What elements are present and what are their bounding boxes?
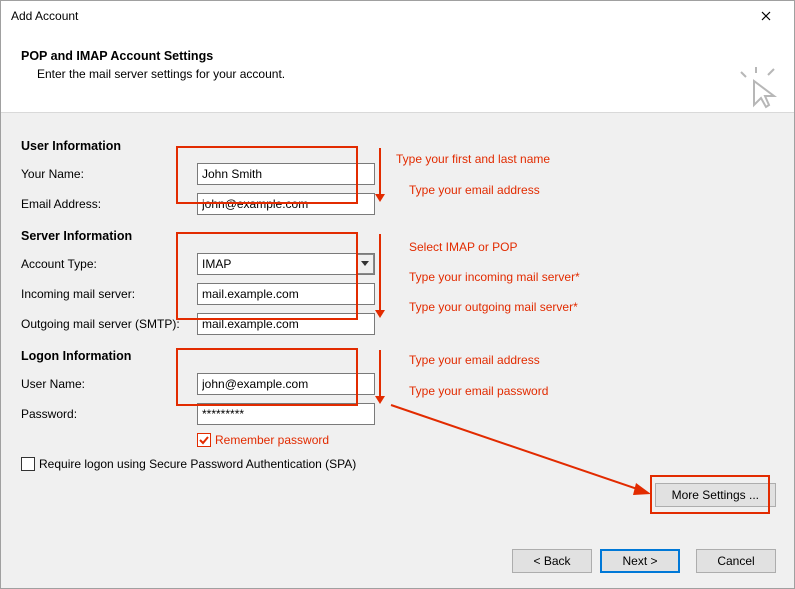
row-user-name: User Name:	[21, 369, 774, 399]
page-subheading: Enter the mail server settings for your …	[37, 67, 774, 81]
checkbox-remember-password[interactable]	[197, 433, 211, 447]
row-account-type: Account Type: IMAP	[21, 249, 774, 279]
row-spa: Require logon using Secure Password Auth…	[21, 457, 774, 471]
row-incoming: Incoming mail server:	[21, 279, 774, 309]
section-server-info: Server Information	[21, 229, 774, 243]
form-body: User Information Your Name: Email Addres…	[1, 113, 794, 589]
label-spa: Require logon using Secure Password Auth…	[39, 457, 356, 471]
label-remember-password: Remember password	[215, 433, 329, 447]
window-title: Add Account	[11, 9, 746, 23]
add-account-dialog: Add Account POP and IMAP Account Setting…	[0, 0, 795, 589]
input-email[interactable]	[197, 193, 375, 215]
row-email: Email Address:	[21, 189, 774, 219]
label-user-name: User Name:	[21, 377, 197, 391]
input-password[interactable]	[197, 403, 375, 425]
footer-buttons: < Back Next > Cancel	[512, 549, 776, 573]
label-incoming: Incoming mail server:	[21, 287, 197, 301]
more-settings-button[interactable]: More Settings ...	[655, 483, 776, 507]
section-user-info: User Information	[21, 139, 774, 153]
label-password: Password:	[21, 407, 197, 421]
checkbox-spa[interactable]	[21, 457, 35, 471]
row-password: Password:	[21, 399, 774, 429]
annotation-text: Type your email password	[409, 384, 548, 398]
input-outgoing[interactable]	[197, 313, 375, 335]
input-your-name[interactable]	[197, 163, 375, 185]
wizard-cursor-icon	[738, 67, 780, 109]
annotation-text: Type your email address	[409, 183, 540, 197]
annotation-text: Select IMAP or POP	[409, 240, 518, 254]
annotation-text: Type your outgoing mail server*	[409, 300, 578, 314]
label-account-type: Account Type:	[21, 257, 197, 271]
row-outgoing: Outgoing mail server (SMTP):	[21, 309, 774, 339]
checkmark-icon	[198, 434, 210, 446]
header-section: POP and IMAP Account Settings Enter the …	[1, 31, 794, 113]
page-heading: POP and IMAP Account Settings	[21, 49, 774, 63]
label-email: Email Address:	[21, 197, 197, 211]
annotation-text: Type your first and last name	[396, 152, 550, 166]
input-user-name[interactable]	[197, 373, 375, 395]
input-incoming[interactable]	[197, 283, 375, 305]
annotation-text: Type your incoming mail server*	[409, 270, 580, 284]
close-icon	[761, 11, 771, 21]
titlebar: Add Account	[1, 1, 794, 31]
row-remember-password: Remember password	[197, 433, 774, 447]
cancel-button[interactable]: Cancel	[696, 549, 776, 573]
label-your-name: Your Name:	[21, 167, 197, 181]
select-account-type-value: IMAP	[202, 257, 231, 271]
section-logon-info: Logon Information	[21, 349, 774, 363]
back-button[interactable]: < Back	[512, 549, 592, 573]
annotation-text: Type your email address	[409, 353, 540, 367]
next-button[interactable]: Next >	[600, 549, 680, 573]
select-account-type[interactable]: IMAP	[197, 253, 375, 275]
close-button[interactable]	[746, 2, 786, 30]
label-outgoing: Outgoing mail server (SMTP):	[21, 317, 197, 331]
chevron-down-icon	[356, 254, 374, 274]
